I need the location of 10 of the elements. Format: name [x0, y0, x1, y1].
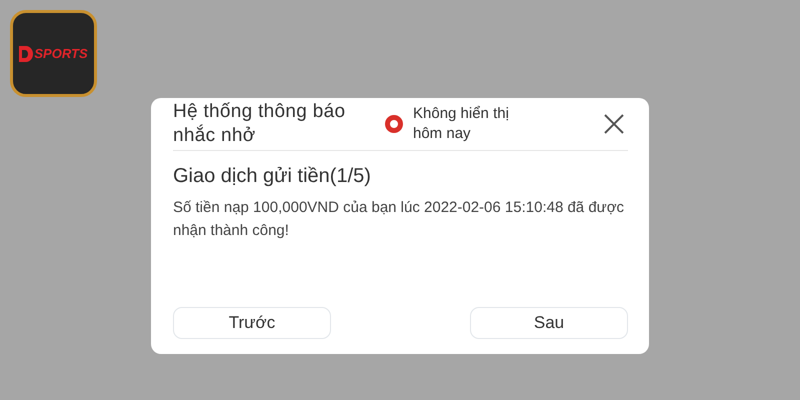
- hide-today-option[interactable]: Không hiển thị hôm nay: [385, 104, 603, 144]
- previous-button[interactable]: Trước: [173, 307, 331, 339]
- close-icon[interactable]: [603, 113, 625, 135]
- dialog-title: Hệ thống thông báo nhắc nhở: [173, 100, 346, 148]
- logo-text: SPORTS: [34, 46, 88, 61]
- next-button[interactable]: Sau: [470, 307, 628, 339]
- message-heading: Giao dịch gửi tiền(1/5): [173, 165, 372, 188]
- radio-button[interactable]: [385, 115, 403, 133]
- d-mark-icon: [19, 46, 34, 62]
- message-text: Số tiền nạp 100,000VND của bạn lúc 2022-02-06 15:10:48 đã được nhận thành công!: [173, 198, 626, 241]
